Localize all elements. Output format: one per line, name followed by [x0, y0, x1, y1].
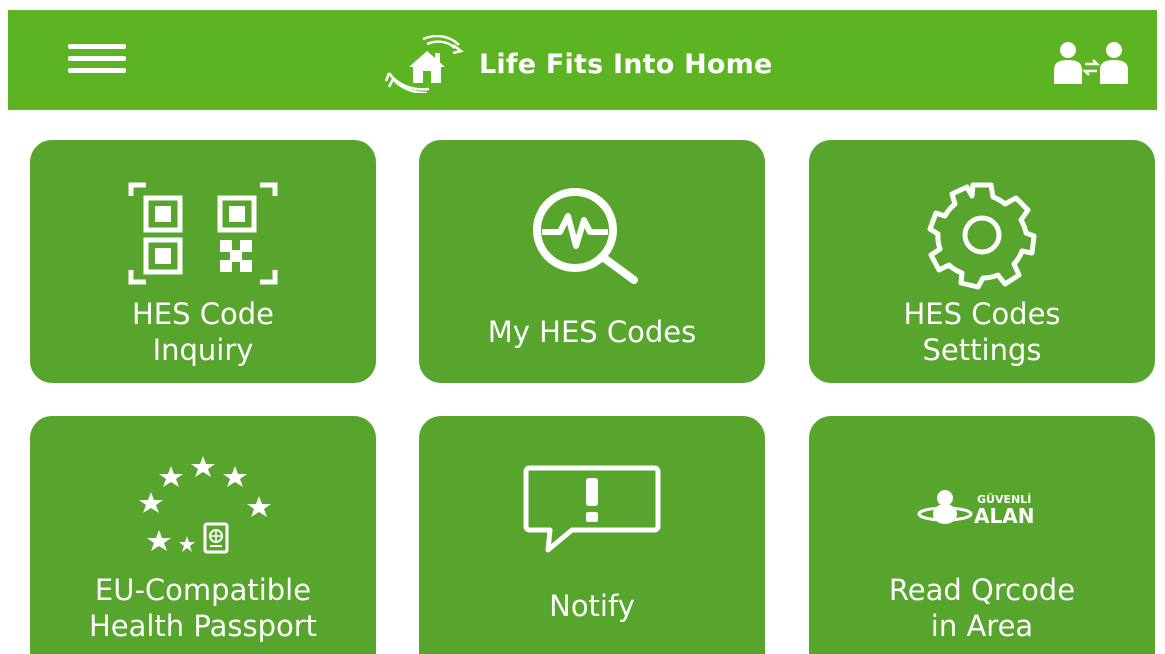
app-title: Life Fits Into Home: [479, 48, 773, 80]
top-app-bar: Life Fits Into Home: [8, 10, 1157, 110]
magnifier-heartbeat-icon: [419, 186, 765, 286]
label-line-1: Notify: [549, 589, 635, 623]
eu-health-passport-button[interactable]: EU-Compatible Health Passport: [30, 416, 376, 654]
tile-label: HES Codes Settings: [809, 296, 1155, 368]
tile-label: EU-Compatible Health Passport: [30, 572, 376, 644]
label-line-2: Inquiry: [152, 333, 254, 367]
house-in-hands-icon: [384, 35, 464, 93]
tile-label: My HES Codes: [419, 314, 765, 350]
guvenli-alan-icon: GÜVENLİ ALAN: [809, 488, 1155, 532]
my-hes-codes-button[interactable]: My HES Codes: [419, 140, 765, 383]
gear-icon: [809, 180, 1155, 290]
exclamation-speech-bubble-icon: [419, 464, 765, 554]
eu-stars-passport-icon: [30, 456, 376, 556]
brand: Life Fits Into Home: [383, 35, 773, 93]
svg-text:ALAN: ALAN: [974, 504, 1034, 528]
read-qrcode-in-area-button[interactable]: GÜVENLİ ALAN Read Qrcode in Area: [809, 416, 1155, 654]
notify-button[interactable]: Notify: [419, 416, 765, 654]
qr-code-scan-icon: [30, 182, 376, 286]
tile-label: Notify: [419, 588, 765, 624]
label-line-1: My HES Codes: [487, 315, 697, 349]
hamburger-menu-icon[interactable]: [68, 44, 134, 80]
switch-user-icon[interactable]: [1052, 40, 1132, 86]
hes-codes-settings-button[interactable]: HES Codes Settings: [809, 140, 1155, 383]
label-line-2: in Area: [930, 609, 1034, 643]
label-line-2: Settings: [922, 333, 1042, 367]
label-line-1: Read Qrcode: [888, 573, 1076, 607]
hes-code-inquiry-button[interactable]: HES Code Inquiry: [30, 140, 376, 383]
label-line-1: HES Codes: [903, 297, 1061, 331]
tile-label: Read Qrcode in Area: [809, 572, 1155, 644]
tile-label: HES Code Inquiry: [30, 296, 376, 368]
label-line-1: EU-Compatible: [94, 573, 312, 607]
label-line-1: HES Code: [132, 297, 274, 331]
label-line-2: Health Passport: [88, 609, 318, 643]
